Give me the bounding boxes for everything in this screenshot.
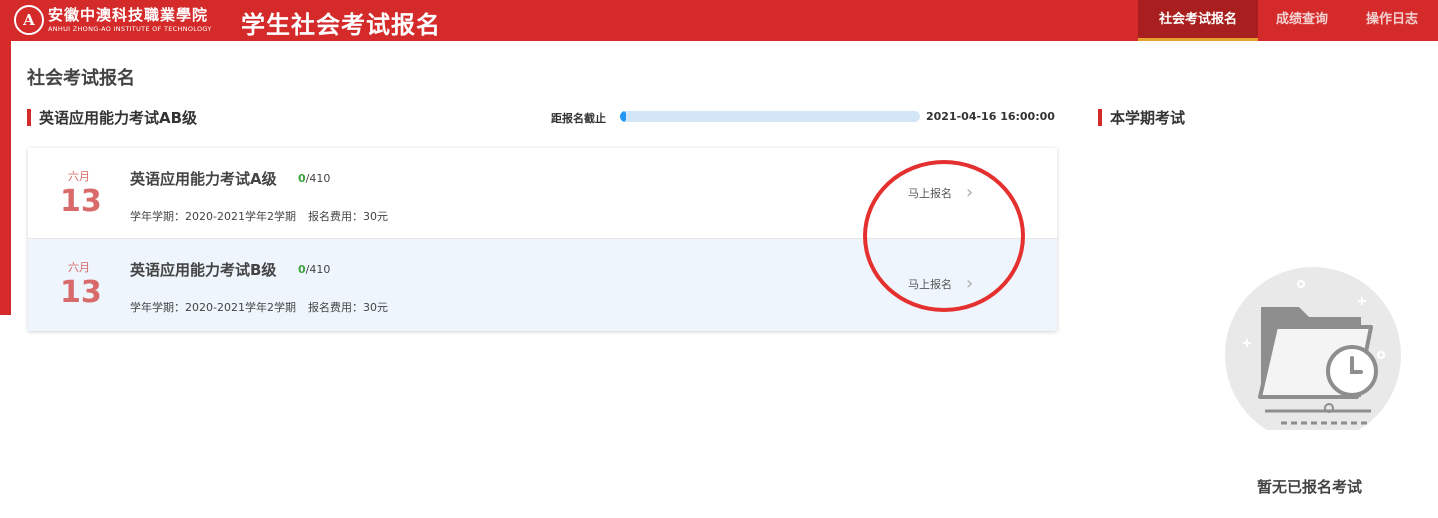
exam-meta: 学年学期：2020-2021学年2学期 报名费用：30元 (130, 208, 388, 224)
school-name: 安徽中澳科技職業學院 ANHUI ZHONG-AO INSTITUTE OF T… (48, 5, 212, 33)
semester-title: 本学期考试 (1110, 109, 1186, 127)
exam-fee: 报名费用：30元 (307, 210, 388, 223)
nav-operation-log[interactable]: 操作日志 (1346, 0, 1438, 41)
exam-day: 13 (60, 184, 102, 219)
exam-term: 学年学期：2020-2021学年2学期 (130, 301, 296, 314)
exam-fee: 报名费用：30元 (307, 301, 388, 314)
deadline-progress-bar (620, 111, 920, 122)
system-title: 学生社会考试报名 (241, 11, 441, 39)
school-name-cn: 安徽中澳科技職業學院 (48, 5, 209, 24)
empty-state-text: 暂无已报名考试 (1257, 478, 1363, 496)
enrolled-number: 0 (298, 172, 306, 185)
annotation-circle (863, 160, 1025, 312)
empty-folder-clock-icon (1225, 267, 1401, 430)
school-seal-icon: A (14, 5, 44, 35)
exam-meta: 学年学期：2020-2021学年2学期 报名费用：30元 (130, 299, 388, 315)
heading-accent-bar (27, 109, 31, 126)
exam-month: 六月 (68, 261, 90, 274)
capacity-number: /410 (305, 263, 331, 276)
enrollment-count: 0/410 (298, 263, 330, 276)
exam-month: 六月 (68, 170, 90, 183)
deadline-label: 距报名截止 (551, 112, 606, 125)
top-nav: 社会考试报名 成绩查询 操作日志 (1138, 0, 1438, 41)
semester-heading: 本学期考试 (1098, 107, 1185, 128)
school-name-en: ANHUI ZHONG-AO INSTITUTE OF TECHNOLOGY (48, 24, 212, 33)
exam-title: 英语应用能力考试B级 (130, 261, 277, 279)
exam-day: 13 (60, 275, 102, 310)
capacity-number: /410 (305, 172, 331, 185)
exam-group-title: 英语应用能力考试AB级 (39, 109, 198, 127)
nav-exam-registration[interactable]: 社会考试报名 (1138, 0, 1258, 41)
top-header: A 安徽中澳科技職業學院 ANHUI ZHONG-AO INSTITUTE OF… (0, 0, 1438, 41)
exam-group-heading: 英语应用能力考试AB级 (27, 107, 197, 128)
page-title: 社会考试报名 (27, 68, 135, 89)
heading-accent-bar (1098, 109, 1102, 126)
enrolled-number: 0 (298, 263, 306, 276)
exam-title: 英语应用能力考试A级 (130, 170, 277, 188)
deadline-time: 2021-04-16 16:00:00 (926, 110, 1055, 123)
deadline-progress-fill (620, 111, 626, 122)
nav-score-query[interactable]: 成绩查询 (1258, 0, 1346, 41)
school-logo[interactable]: A 安徽中澳科技職業學院 ANHUI ZHONG-AO INSTITUTE OF… (14, 4, 212, 36)
exam-term: 学年学期：2020-2021学年2学期 (130, 210, 296, 223)
enrollment-count: 0/410 (298, 172, 330, 185)
